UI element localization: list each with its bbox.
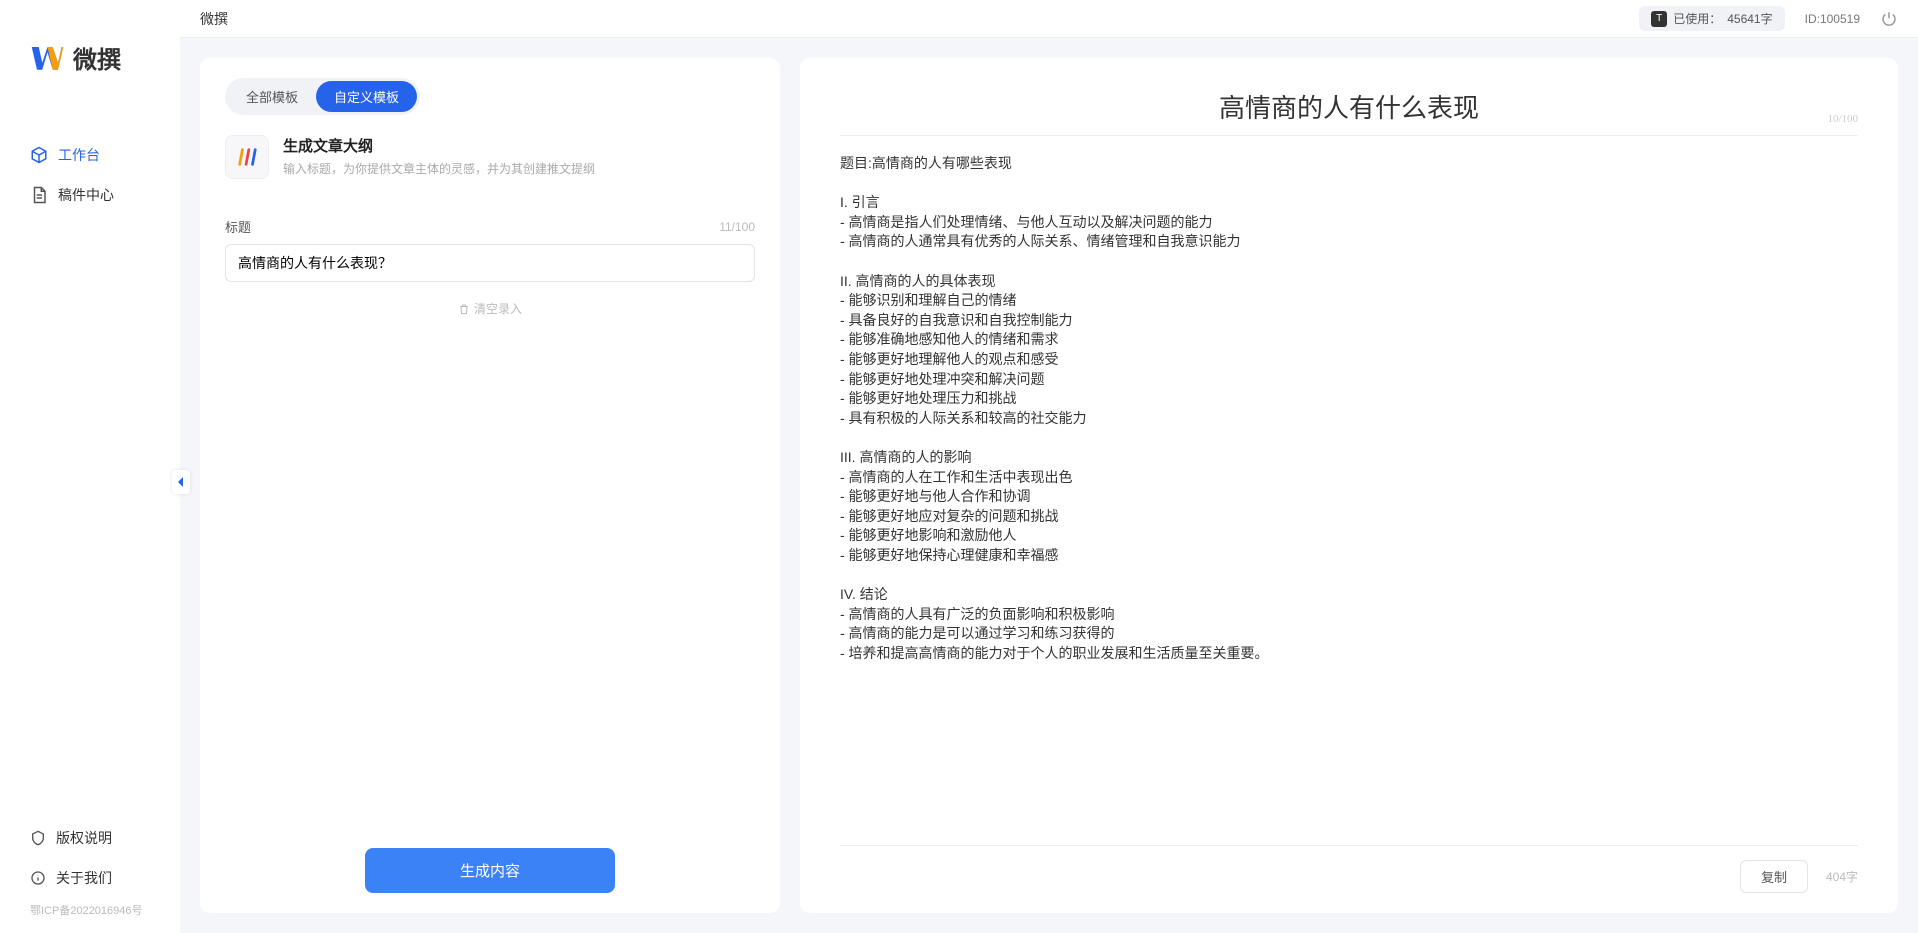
topbar: 微撰 T 已使用： 45641字 ID:100519 [180, 0, 1918, 38]
usage-badge[interactable]: T 已使用： 45641字 [1639, 6, 1784, 31]
footer-label: 关于我们 [56, 868, 112, 888]
tab-custom-templates[interactable]: 自定义模板 [316, 81, 417, 112]
usage-value: 45641字 [1727, 10, 1772, 27]
footer-about[interactable]: 关于我们 [30, 858, 150, 898]
title-label: 标题 [225, 217, 251, 236]
main: 微撰 T 已使用： 45641字 ID:100519 全部模板 自定义模板 [180, 0, 1918, 933]
icp-text: 鄂ICP备2022016946号 [30, 898, 150, 918]
title-char-count: 11/100 [719, 220, 755, 234]
trash-icon [458, 303, 470, 315]
nav-drafts[interactable]: 稿件中心 [0, 175, 180, 215]
output-title-count: 10/100 [1827, 113, 1858, 125]
nav-workspace[interactable]: 工作台 [0, 135, 180, 175]
output-footer: 复制 404字 [840, 846, 1858, 893]
sidebar-collapse-handle[interactable] [172, 470, 190, 494]
template-title: 生成文章大纲 [283, 135, 595, 156]
power-icon[interactable] [1880, 10, 1898, 28]
usage-label: 已使用： [1673, 10, 1721, 27]
output-body[interactable]: 题目:高情商的人有哪些表现 I. 引言 - 高情商是指人们处理情绪、与他人互动以… [840, 136, 1858, 846]
nav: 工作台 稿件中心 [0, 105, 180, 818]
logo: 微撰 [0, 30, 180, 105]
input-panel: 全部模板 自定义模板 生成文章大纲 输入标题，为你提供文章主体的灵感，并为其创建… [200, 58, 780, 913]
output-title: 高情商的人有什么表现 [1219, 94, 1479, 123]
logo-text: 微撰 [73, 40, 121, 75]
footer-copyright[interactable]: 版权说明 [30, 818, 150, 858]
output-title-row: 高情商的人有什么表现 10/100 [840, 73, 1858, 136]
output-panel: 高情商的人有什么表现 10/100 题目:高情商的人有哪些表现 I. 引言 - … [800, 58, 1898, 913]
content: 全部模板 自定义模板 生成文章大纲 输入标题，为你提供文章主体的灵感，并为其创建… [180, 38, 1918, 933]
shield-icon [30, 830, 46, 846]
template-icon [225, 135, 269, 179]
logo-icon [30, 40, 65, 75]
footer-label: 版权说明 [56, 828, 112, 848]
title-input[interactable] [225, 244, 755, 282]
document-icon [30, 186, 48, 204]
output-word-count: 404字 [1826, 868, 1858, 885]
page-title: 微撰 [200, 9, 228, 29]
nav-label: 工作台 [58, 145, 100, 165]
generate-button[interactable]: 生成内容 [365, 848, 615, 893]
template-card: 生成文章大纲 输入标题，为你提供文章主体的灵感，并为其创建推文提纲 [225, 135, 755, 199]
template-tabs: 全部模板 自定义模板 [225, 78, 420, 115]
sidebar: 微撰 工作台 稿件中心 版权说明 [0, 0, 180, 933]
template-desc: 输入标题，为你提供文章主体的灵感，并为其创建推文提纲 [283, 160, 595, 177]
title-field-group: 标题 11/100 [225, 217, 755, 282]
nav-label: 稿件中心 [58, 185, 114, 205]
clear-label: 清空录入 [474, 300, 522, 317]
text-icon: T [1651, 11, 1667, 27]
cube-icon [30, 146, 48, 164]
chevron-left-icon [176, 476, 186, 488]
info-icon [30, 870, 46, 886]
clear-button[interactable]: 清空录入 [225, 300, 755, 317]
tab-all-templates[interactable]: 全部模板 [228, 81, 316, 112]
user-id: ID:100519 [1805, 12, 1860, 26]
copy-button[interactable]: 复制 [1740, 860, 1808, 893]
sidebar-footer: 版权说明 关于我们 鄂ICP备2022016946号 [0, 818, 180, 933]
